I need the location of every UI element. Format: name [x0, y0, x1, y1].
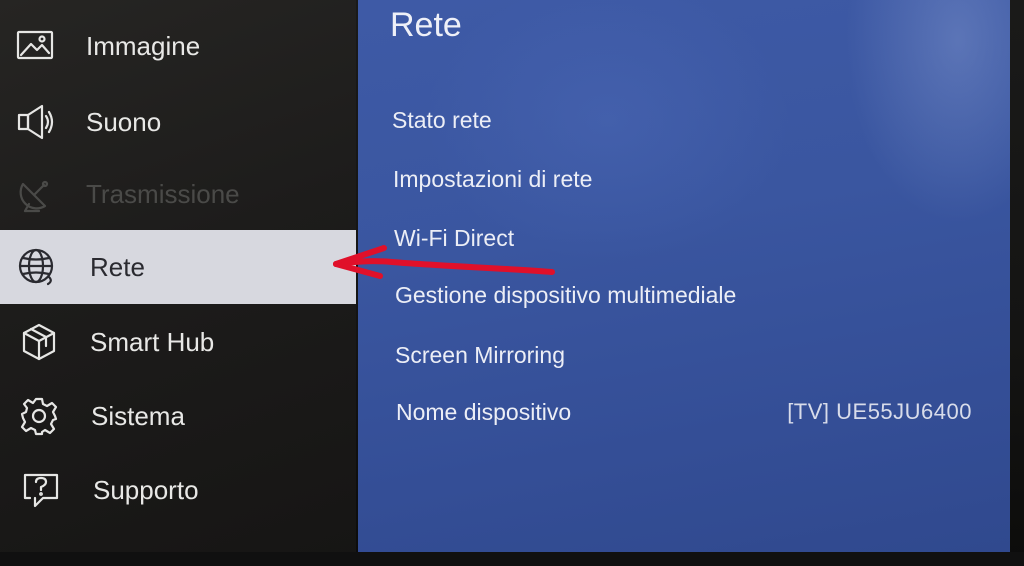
cube-icon [16, 319, 62, 365]
stato-rete-item[interactable]: Stato rete [392, 98, 982, 142]
sub-item-label: Gestione dispositivo multimediale [395, 281, 737, 308]
satellite-dish-icon [12, 171, 58, 217]
menu-item-suono[interactable]: Suono [0, 86, 356, 158]
wifi-direct-item[interactable]: Wi-Fi Direct [394, 216, 984, 260]
menu-item-supporto[interactable]: Supporto [0, 454, 356, 526]
menu-item-immagine[interactable]: Immagine [0, 10, 356, 82]
menu-item-label: Suono [86, 106, 162, 137]
menu-item-rete[interactable]: Rete [0, 230, 356, 304]
nome-dispositivo-item[interactable]: Nome dispositivo [TV] UE55JU6400 [396, 390, 986, 434]
menu-item-label: Rete [90, 251, 145, 282]
menu-item-smart-hub[interactable]: Smart Hub [0, 306, 356, 378]
menu-item-label: Trasmissione [86, 178, 240, 209]
menu-item-trasmissione: Trasmissione [0, 158, 356, 230]
screen-mirroring-item[interactable]: Screen Mirroring [395, 333, 985, 377]
globe-icon [14, 244, 60, 290]
menu-item-label: Smart Hub [90, 326, 215, 357]
gestione-dispositivo-multimediale-item[interactable]: Gestione dispositivo multimediale [395, 273, 985, 317]
tv-settings-screen: Immagine Suono Trasmissione Rete Smart H [0, 0, 1024, 566]
sub-item-label: Nome dispositivo [396, 398, 572, 425]
sub-item-label: Screen Mirroring [395, 341, 565, 368]
impostazioni-di-rete-item[interactable]: Impostazioni di rete [393, 157, 983, 201]
picture-icon [12, 23, 58, 69]
sub-item-label: Stato rete [392, 106, 492, 133]
menu-item-label: Sistema [91, 400, 185, 431]
sub-item-label: Wi-Fi Direct [394, 224, 515, 251]
menu-item-label: Immagine [86, 30, 201, 61]
menu-item-label: Supporto [93, 474, 199, 505]
settings-menu: Immagine Suono Trasmissione Rete Smart H [0, 0, 356, 566]
screen-bezel [0, 552, 1024, 566]
menu-item-sistema[interactable]: Sistema [0, 380, 356, 452]
sub-item-label: Impostazioni di rete [393, 165, 593, 192]
speaker-icon [12, 99, 58, 145]
panel-title: Rete [390, 6, 462, 44]
device-name-value: [TV] UE55JU6400 [787, 399, 972, 424]
network-settings-panel: Rete Stato rete Impostazioni di rete Wi-… [358, 0, 1010, 552]
gear-icon [16, 393, 62, 439]
help-icon [18, 467, 64, 513]
